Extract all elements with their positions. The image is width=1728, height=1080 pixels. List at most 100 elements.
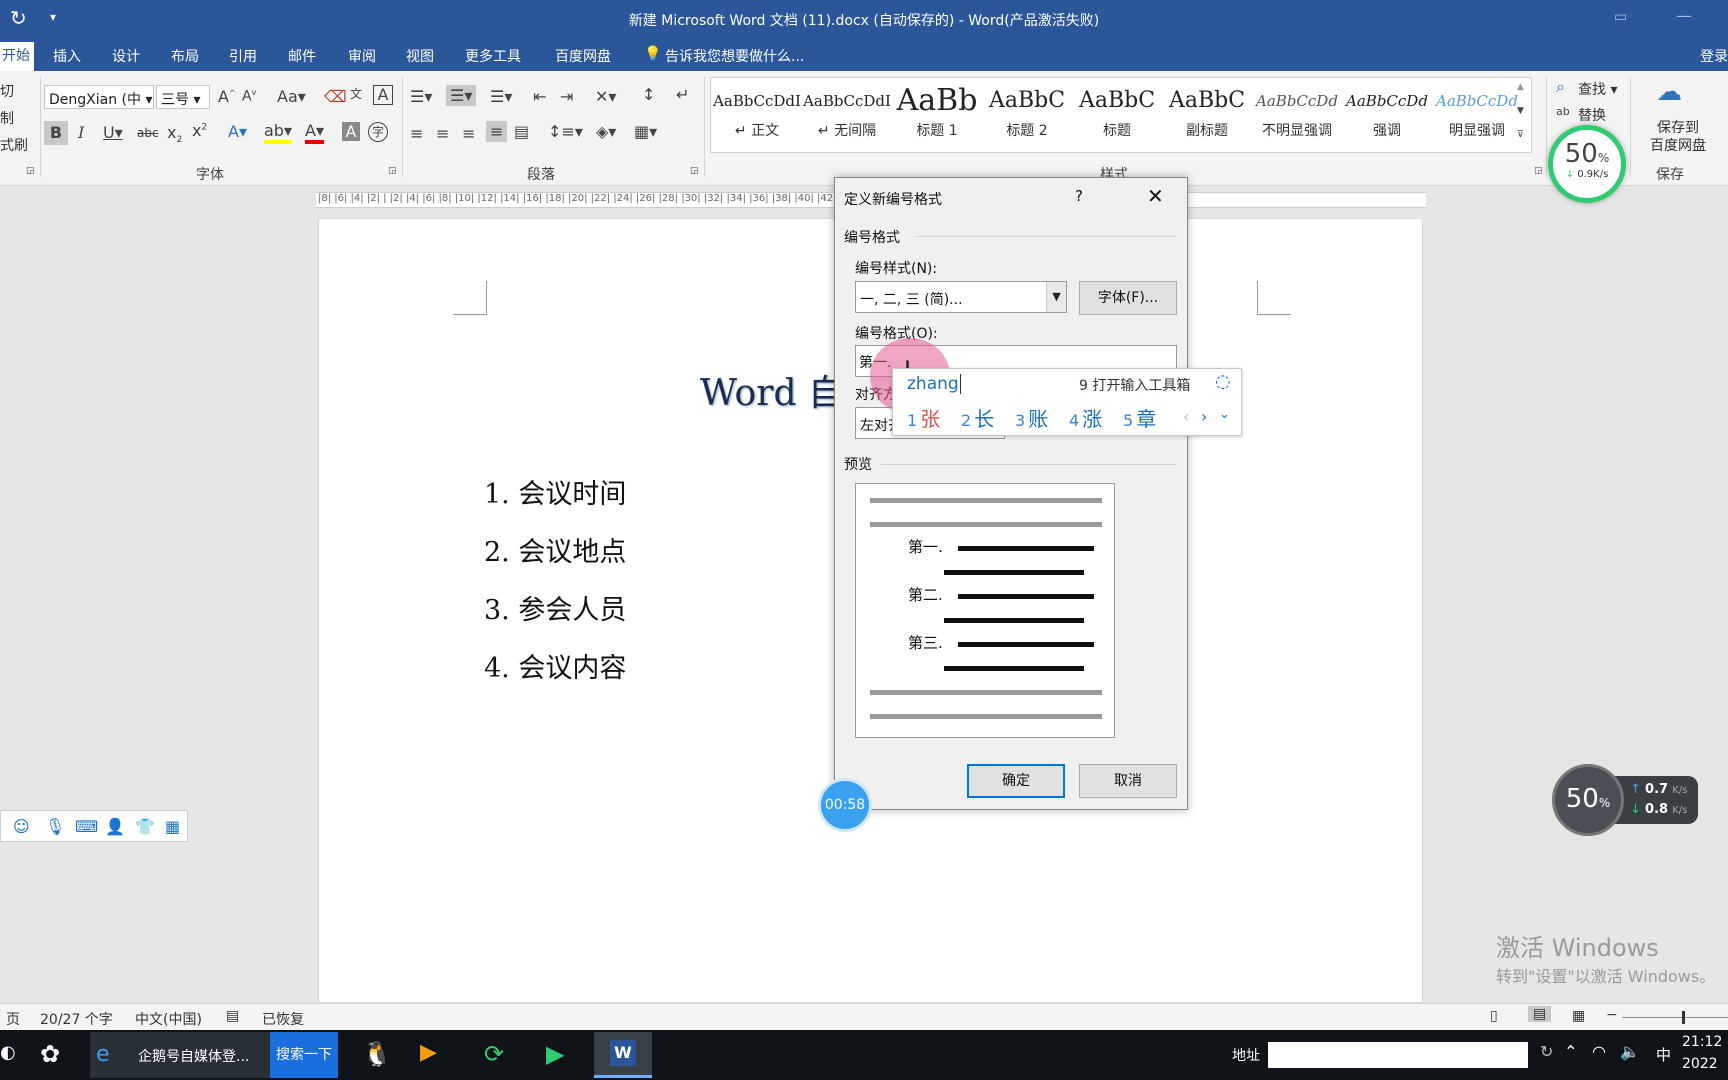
start-icon[interactable]: ◐ (0, 1042, 16, 1063)
tell-me-search[interactable]: 告诉我您想要做什么... (665, 46, 804, 66)
tab-baidu-netdisk[interactable]: 百度网盘 (555, 46, 611, 66)
login-link[interactable]: 登录 (1700, 46, 1728, 66)
speed-meter-bottom[interactable]: ↑ 0.7 K/s ↓ 0.8 K/s 50% (1552, 764, 1702, 836)
address-refresh-icon[interactable]: ↻ (1540, 1042, 1553, 1061)
clock-date[interactable]: 2022 (1682, 1056, 1718, 1072)
sort-icon[interactable]: ↕ (642, 85, 655, 104)
apps-icon[interactable]: ▦ (165, 817, 180, 836)
font-button[interactable]: 字体(F)... (1079, 281, 1177, 315)
change-case-icon[interactable]: Aa▾ (277, 87, 306, 106)
shrink-font-icon[interactable]: Av (242, 88, 256, 105)
strikethrough-icon[interactable]: abc (137, 126, 159, 140)
highlight-icon[interactable]: ab▾ (264, 121, 292, 144)
ime-toolbox-link[interactable]: 9 打开输入工具箱 (1079, 375, 1190, 395)
font-name-select[interactable]: DengXian (中 ▾ (44, 85, 154, 109)
network-icon[interactable]: ◠ (1592, 1042, 1606, 1061)
align-center-icon[interactable]: ≡ (436, 124, 449, 143)
gallery-more-icon[interactable]: ⊽ (1517, 130, 1524, 140)
grow-font-icon[interactable]: A^ (218, 87, 236, 106)
ime-expand-icon[interactable]: ⌄ (1219, 407, 1230, 422)
justify-icon[interactable]: ≡ (486, 121, 508, 142)
ime-candidate[interactable]: 4涨 (1069, 403, 1102, 432)
character-border-icon[interactable]: A (373, 85, 393, 105)
page-indicator[interactable]: 页 (6, 1009, 20, 1029)
pinwheel-icon[interactable]: ✿ (40, 1040, 60, 1068)
tab-home[interactable]: 开始 (0, 42, 34, 71)
zoom-out-icon[interactable]: − (1606, 1007, 1618, 1023)
styles-launcher-icon[interactable]: ◲ (1534, 166, 1543, 176)
zoom-slider[interactable] (1622, 1017, 1728, 1018)
tab-view[interactable]: 视图 (406, 46, 434, 66)
find-icon[interactable]: ⌕ (1556, 77, 1565, 97)
find-button[interactable]: 查找 ▾ (1578, 79, 1617, 99)
clear-format-icon[interactable]: ⌫ (324, 87, 347, 106)
ime-candidate[interactable]: 3账 (1015, 403, 1048, 432)
speed-meter-top[interactable]: 50% ↓ 0.9K/s (1548, 125, 1626, 203)
ime-candidate[interactable]: 5章 (1123, 403, 1156, 432)
tab-layout[interactable]: 布局 (171, 46, 199, 66)
phonetic-guide-icon[interactable]: 文 (350, 85, 362, 102)
list-item[interactable]: 4. 会议内容 (484, 646, 626, 685)
decrease-indent-icon[interactable]: ⇤ (533, 87, 546, 106)
copy-button[interactable]: 制 (0, 108, 14, 128)
style-subtitle[interactable]: AaBbC 副标题 (1163, 82, 1251, 146)
style-no-spacing[interactable]: AaBbCcDdI ↵ 无间隔 (803, 82, 891, 146)
save-to-baidu-button[interactable]: 保存到 百度网盘 (1638, 119, 1718, 155)
read-mode-icon[interactable]: ▯ (1490, 1008, 1498, 1024)
list-item[interactable]: 3. 参会人员 (484, 588, 626, 627)
language-indicator[interactable]: 中文(中国) (135, 1009, 202, 1029)
taskbar-app-browser[interactable]: e 企鹅号自媒体登... (90, 1032, 270, 1078)
close-icon[interactable]: ✕ (1147, 184, 1164, 208)
multilevel-list-icon[interactable]: ☰▾ (490, 87, 512, 106)
ime-logo-icon[interactable]: ◌ (1215, 371, 1231, 392)
volume-icon[interactable]: 🔈 (1620, 1042, 1640, 1061)
increase-indent-icon[interactable]: ⇥ (560, 87, 573, 106)
subscript-icon[interactable]: x2 (167, 123, 182, 145)
italic-icon[interactable]: I (78, 123, 84, 142)
address-input[interactable] (1268, 1042, 1528, 1068)
cut-button[interactable]: 切 (0, 81, 14, 101)
shading-icon[interactable]: ◈▾ (596, 122, 616, 141)
print-layout-icon[interactable]: ▤ (1528, 1006, 1552, 1022)
bullets-icon[interactable]: ☰▾ (410, 87, 432, 106)
tab-references[interactable]: 引用 (229, 46, 257, 66)
replace-button[interactable]: 替换 (1578, 105, 1606, 125)
number-style-select[interactable]: 一, 二, 三 (简)... ▼ (855, 281, 1067, 313)
clock-time[interactable]: 21:12 (1682, 1034, 1722, 1050)
text-effects-icon[interactable]: A▾ (228, 122, 247, 141)
document-title[interactable]: Word 自 (700, 364, 844, 416)
style-title[interactable]: AaBbC 标题 (1073, 82, 1161, 146)
align-left-icon[interactable]: ≡ (410, 124, 423, 143)
baidu-cloud-icon[interactable]: ☁ (1656, 77, 1682, 107)
list-item[interactable]: 2. 会议地点 (484, 530, 626, 569)
microphone-icon[interactable]: 🎙 (45, 817, 65, 836)
distribute-icon[interactable]: ▤ (514, 122, 529, 141)
ime-prev-icon[interactable]: ‹ (1183, 407, 1189, 426)
ime-input[interactable]: zhang (907, 374, 961, 394)
ime-candidate[interactable]: 1张 (907, 403, 940, 432)
show-hidden-icons[interactable]: ⌃ (1564, 1042, 1577, 1061)
tab-insert[interactable]: 插入 (53, 46, 81, 66)
ribbon-display-icon[interactable]: ▭ (1614, 9, 1627, 25)
ime-candidate[interactable]: 2长 (961, 403, 994, 432)
ime-indicator[interactable]: 中 (1656, 1044, 1671, 1065)
borders-icon[interactable]: ▦▾ (634, 122, 657, 141)
style-heading-2[interactable]: AaBbC 标题 2 (983, 82, 1071, 146)
player-icon[interactable]: ▶ (546, 1040, 564, 1068)
web-layout-icon[interactable]: ▦ (1572, 1008, 1585, 1024)
qq-icon[interactable]: 🐧 (362, 1040, 392, 1068)
list-item[interactable]: 1. 会议时间 (484, 472, 626, 511)
tab-review[interactable]: 审阅 (348, 46, 376, 66)
replace-icon[interactable]: ab (1556, 105, 1570, 118)
zoom-thumb[interactable] (1682, 1011, 1685, 1024)
style-emphasis[interactable]: AaBbCcDd 强调 (1343, 82, 1431, 146)
emoji-icon[interactable]: ☺ (13, 817, 30, 836)
line-spacing-icon[interactable]: ↕≡▾ (548, 122, 583, 141)
macro-icon[interactable]: ▤ (226, 1008, 239, 1024)
video-icon[interactable]: ▶ (420, 1040, 437, 1065)
show-marks-icon[interactable]: ↵ (676, 85, 689, 104)
ok-button[interactable]: 确定 (967, 764, 1065, 798)
tab-mailings[interactable]: 邮件 (288, 46, 316, 66)
clipboard-launcher-icon[interactable]: ◲ (26, 166, 35, 176)
chevron-down-icon[interactable]: ▼ (1046, 282, 1066, 312)
